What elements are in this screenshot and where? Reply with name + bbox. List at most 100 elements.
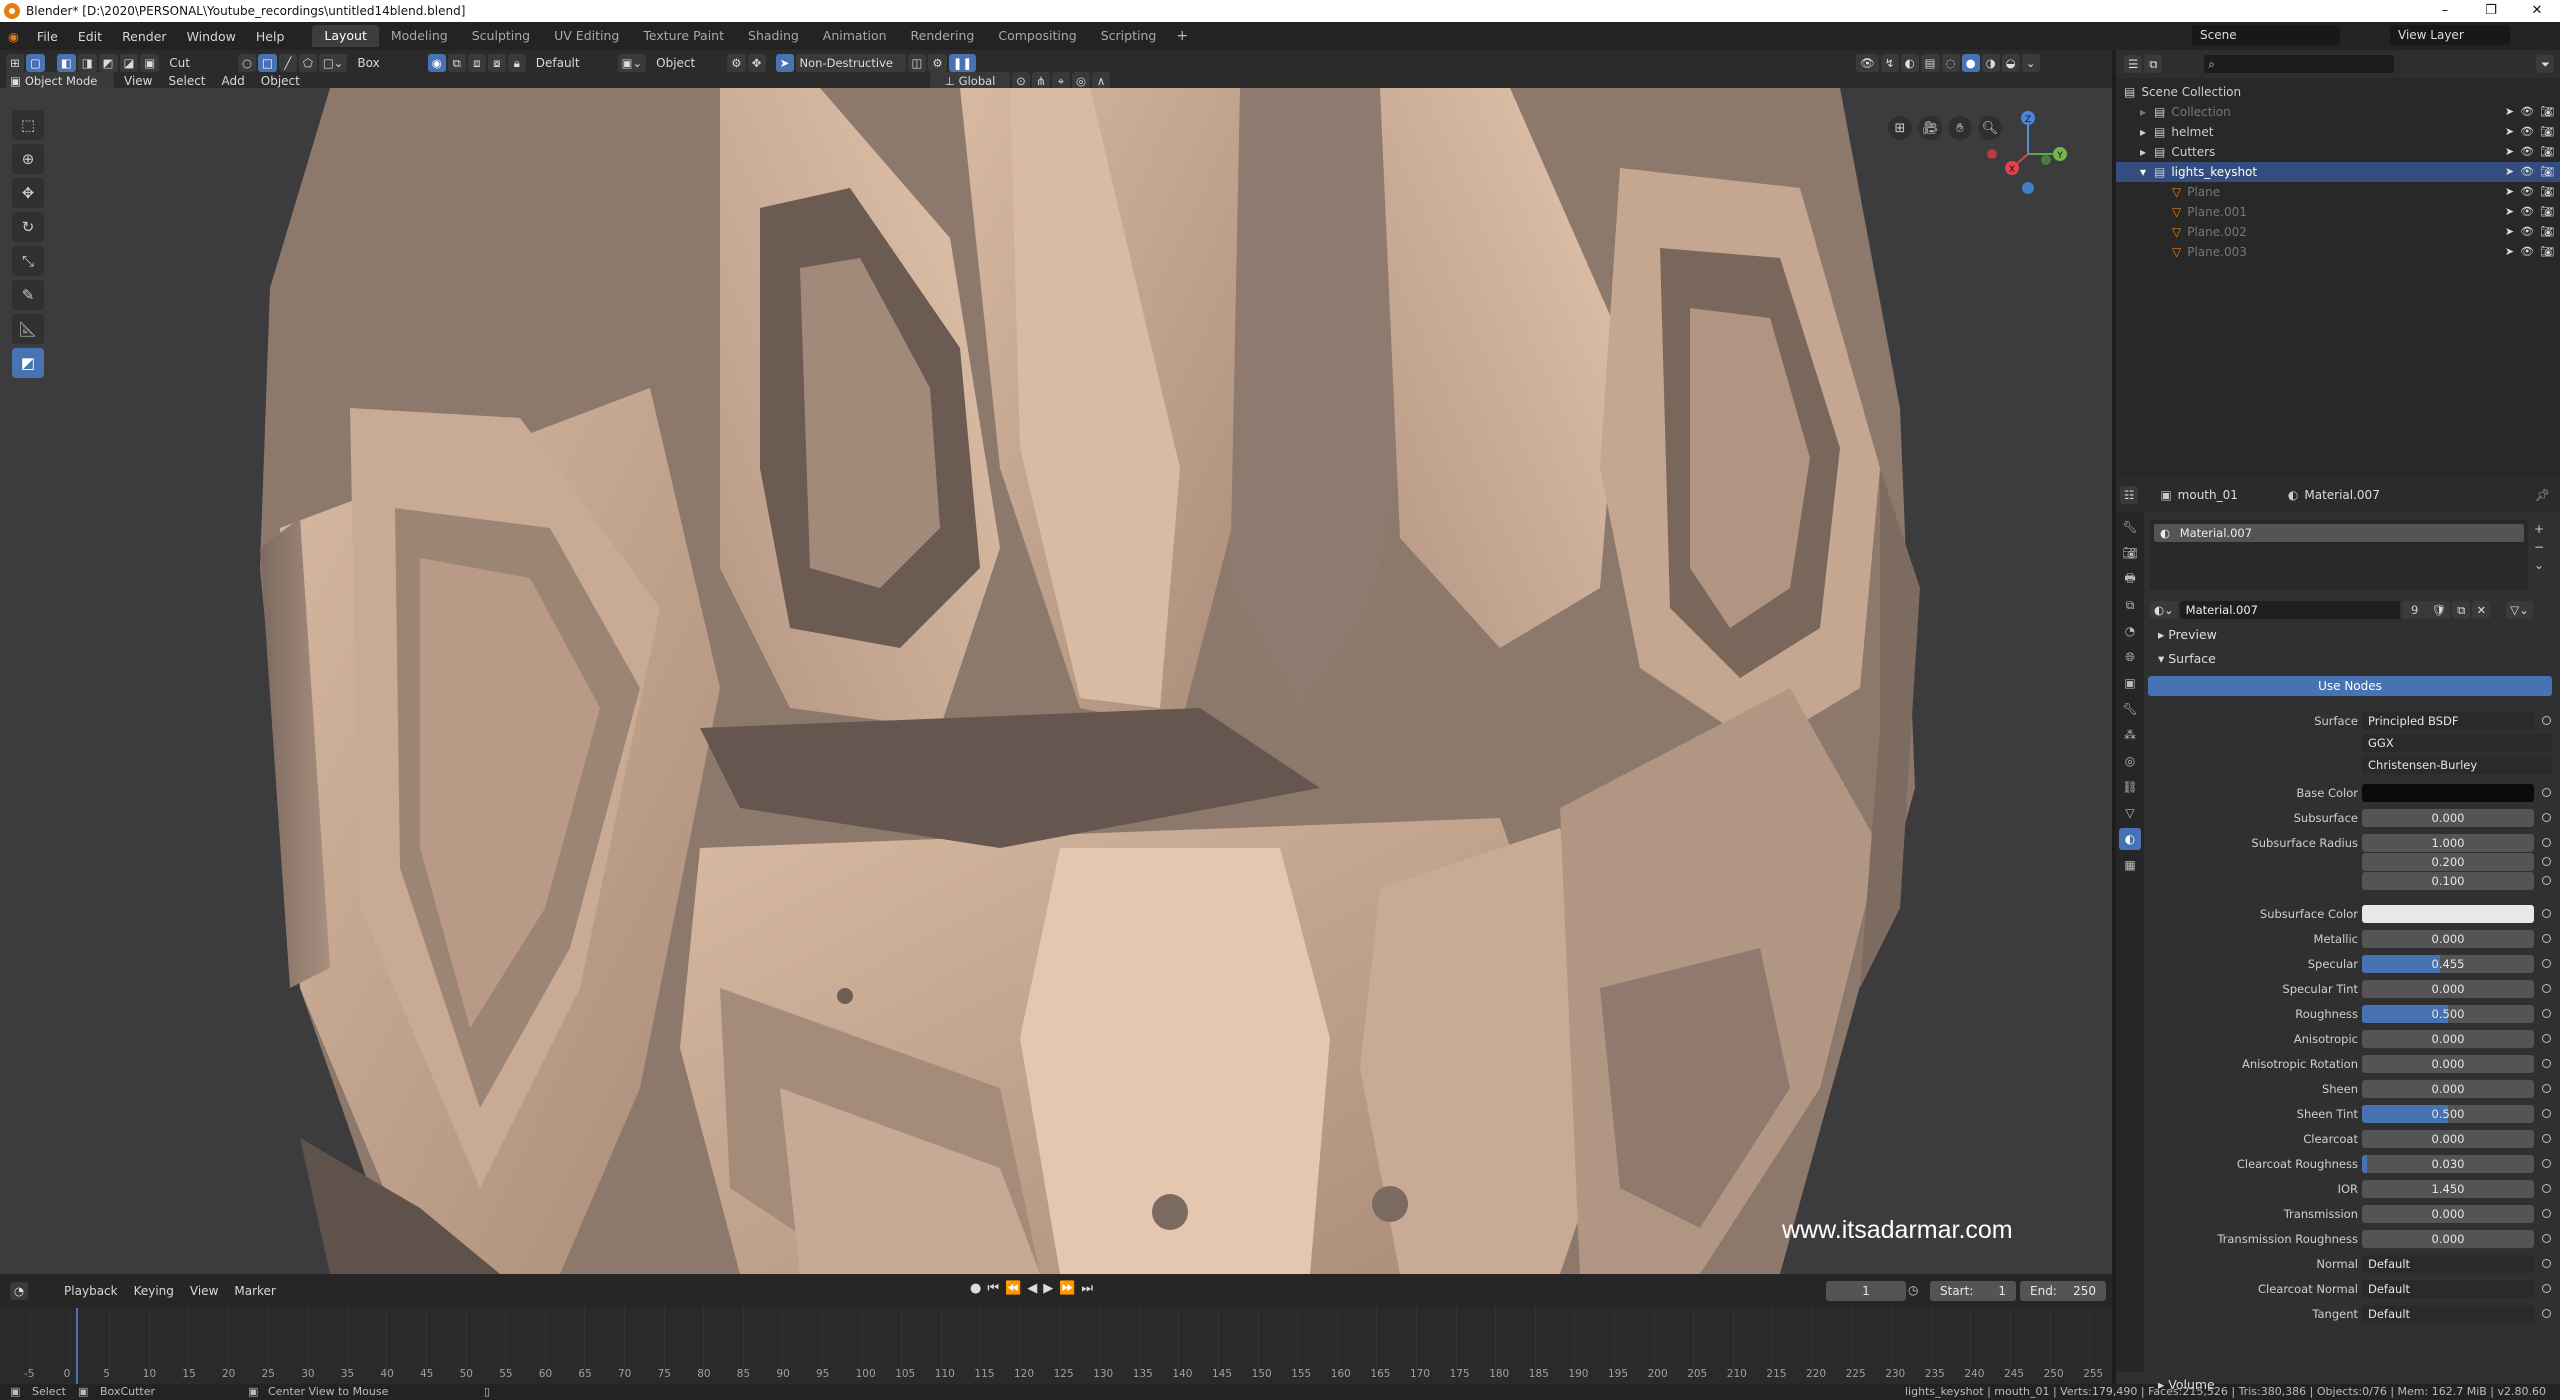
scene-tab-icon[interactable]: ◔: [2119, 620, 2141, 642]
surface-shader-field[interactable]: Principled BSDF: [2362, 712, 2534, 730]
scale-tool-icon[interactable]: ⤡: [12, 246, 44, 276]
boxcutter-tool-icon[interactable]: ◩: [12, 348, 44, 378]
socket-icon[interactable]: [2542, 1284, 2551, 1293]
mode-dropdown[interactable]: Non-Destructive: [795, 54, 906, 72]
shading-material-icon[interactable]: ◑: [1981, 54, 2000, 72]
socket-icon[interactable]: [2542, 1059, 2551, 1068]
select-box-icon[interactable]: ▢: [26, 54, 45, 72]
menu-edit[interactable]: Edit: [68, 29, 112, 44]
material-tab-icon[interactable]: ◐: [2119, 828, 2141, 850]
tab-layout[interactable]: Layout: [312, 25, 379, 47]
volume-section[interactable]: ▸ Volume: [2146, 1374, 2560, 1396]
select-arrow-icon[interactable]: ➤: [2505, 125, 2514, 138]
select-arrow-icon[interactable]: ➤: [2505, 105, 2514, 118]
socket-icon[interactable]: [2542, 934, 2551, 943]
camera-icon[interactable]: 📷︎: [2540, 165, 2554, 178]
camera-icon[interactable]: 📷︎: [2540, 145, 2554, 158]
measure-tool-icon[interactable]: 📐︎: [12, 314, 44, 344]
tab-sculpting[interactable]: Sculpting: [460, 25, 542, 47]
eye-icon[interactable]: 👁︎: [2520, 145, 2534, 158]
constraints-tab-icon[interactable]: ⛓︎: [2119, 776, 2141, 798]
socket-icon[interactable]: [2542, 1109, 2551, 1118]
tab-uv-editing[interactable]: UV Editing: [542, 25, 631, 47]
value-slider[interactable]: 0.000: [2362, 1030, 2534, 1048]
menu-file[interactable]: File: [27, 29, 68, 44]
socket-icon[interactable]: [2542, 788, 2551, 797]
physics-tab-icon[interactable]: ◎: [2119, 750, 2141, 772]
menu-render[interactable]: Render: [112, 29, 177, 44]
jump-start-icon[interactable]: ⏮: [987, 1281, 999, 1296]
restriction-toggles[interactable]: ➤ 👁︎ 📷︎: [2505, 205, 2554, 218]
jump-end-icon[interactable]: ⏭: [1081, 1281, 1093, 1296]
socket-icon[interactable]: [2542, 857, 2551, 866]
cursor-tool-icon[interactable]: ⊕: [12, 144, 44, 174]
close-button[interactable]: ✕: [2514, 0, 2560, 22]
menu-marker[interactable]: Marker: [226, 1284, 283, 1298]
particles-tab-icon[interactable]: ⁂: [2119, 724, 2141, 746]
surface-socket-icon[interactable]: [2542, 716, 2551, 725]
boolean-sub-icon[interactable]: ◩: [98, 54, 118, 72]
value-slider[interactable]: 0.000: [2362, 1205, 2534, 1223]
pivot-icon[interactable]: ✥: [747, 54, 766, 72]
output-tab-icon[interactable]: 🖶︎: [2119, 568, 2141, 590]
value-slider[interactable]: 0.030: [2362, 1155, 2534, 1173]
menu-timeline-view[interactable]: View: [182, 1284, 226, 1298]
data-tab-icon[interactable]: ▽: [2119, 802, 2141, 824]
value-slider[interactable]: 0.000: [2362, 1130, 2534, 1148]
camera-icon[interactable]: 📷︎: [2540, 125, 2554, 138]
eye-icon[interactable]: 👁︎: [2520, 125, 2534, 138]
tab-animation[interactable]: Animation: [811, 25, 899, 47]
camera-icon[interactable]: 📷︎: [2540, 105, 2554, 118]
menu-window[interactable]: Window: [177, 29, 246, 44]
select-arrow-icon[interactable]: ➤: [2505, 185, 2514, 198]
snap-1-icon[interactable]: ⧉: [447, 54, 466, 72]
socket-icon[interactable]: [2542, 1209, 2551, 1218]
tab-scripting[interactable]: Scripting: [1089, 25, 1169, 47]
socket-icon[interactable]: [2542, 1159, 2551, 1168]
camera-icon[interactable]: 🎥︎: [1918, 116, 1942, 140]
outliner-row[interactable]: ▽ Plane ➤ 👁︎ 📷︎: [2116, 182, 2560, 202]
menu-add[interactable]: Add: [214, 74, 253, 88]
texture-tab-icon[interactable]: ▦: [2119, 854, 2141, 876]
socket-icon[interactable]: [2542, 1184, 2551, 1193]
value-slider[interactable]: Default: [2362, 1280, 2534, 1298]
select-arrow-icon[interactable]: ➤: [2505, 145, 2514, 158]
shape-line-icon[interactable]: ╱: [278, 54, 297, 72]
eye-icon[interactable]: 👁︎: [2520, 205, 2534, 218]
subsurface-method-dropdown[interactable]: Christensen-Burley: [2362, 756, 2552, 774]
modifier-tab-icon[interactable]: 🔧︎: [2119, 698, 2141, 720]
tool-tab-icon[interactable]: 🔧︎: [2119, 516, 2141, 538]
value-slider[interactable]: 0.000: [2362, 1055, 2534, 1073]
shape-dropdown[interactable]: □⌄: [318, 54, 348, 72]
value-slider[interactable]: 0.000: [2362, 980, 2534, 998]
pin-icon[interactable]: 📌︎: [2535, 488, 2550, 502]
expand-arrow-icon[interactable]: ▸: [2140, 125, 2154, 139]
start-frame-field[interactable]: Start: 1: [1930, 1281, 2016, 1301]
xray-icon[interactable]: ▤: [1920, 54, 1940, 72]
minimize-button[interactable]: –: [2422, 0, 2468, 22]
origin-icon[interactable]: ◉: [427, 54, 446, 72]
restriction-toggles[interactable]: ➤ 👁︎ 📷︎: [2505, 125, 2554, 138]
snap-2-icon[interactable]: ⧈: [467, 54, 486, 72]
record-icon[interactable]: ●: [970, 1281, 981, 1296]
user-count[interactable]: 9: [2401, 601, 2428, 619]
blender-menu-icon[interactable]: ◉: [0, 29, 27, 44]
eye-icon[interactable]: 👁︎: [2520, 185, 2534, 198]
gizmo-toggle-icon[interactable]: ↯: [1880, 54, 1899, 72]
camera-icon[interactable]: 📷︎: [2540, 205, 2554, 218]
eye-icon[interactable]: 👁︎: [2520, 245, 2534, 258]
menu-view[interactable]: View: [116, 74, 160, 88]
shape-box-icon[interactable]: □: [258, 54, 277, 72]
socket-icon[interactable]: [2542, 1134, 2551, 1143]
timeline-ruler[interactable]: -5 0 5 10 15 20 25 30 35 40 45 50 55 60 65 70 75 80 85 90 95…: [0, 1308, 2112, 1384]
expand-arrow-icon[interactable]: ▾: [2140, 165, 2154, 179]
outliner-editor-type-icon[interactable]: ☰: [2124, 55, 2143, 73]
expand-arrow-icon[interactable]: ▸: [2140, 105, 2154, 119]
rotate-tool-icon[interactable]: ↻: [12, 212, 44, 242]
outliner-search-input[interactable]: ⌕: [2204, 55, 2395, 73]
tab-shading[interactable]: Shading: [736, 25, 811, 47]
value-slider[interactable]: 0.000: [2362, 930, 2534, 948]
shading-dropdown[interactable]: ⌄: [2021, 54, 2040, 72]
filter-icon[interactable]: ⏷: [2536, 55, 2555, 73]
pause-icon[interactable]: ❚❚: [948, 54, 976, 72]
